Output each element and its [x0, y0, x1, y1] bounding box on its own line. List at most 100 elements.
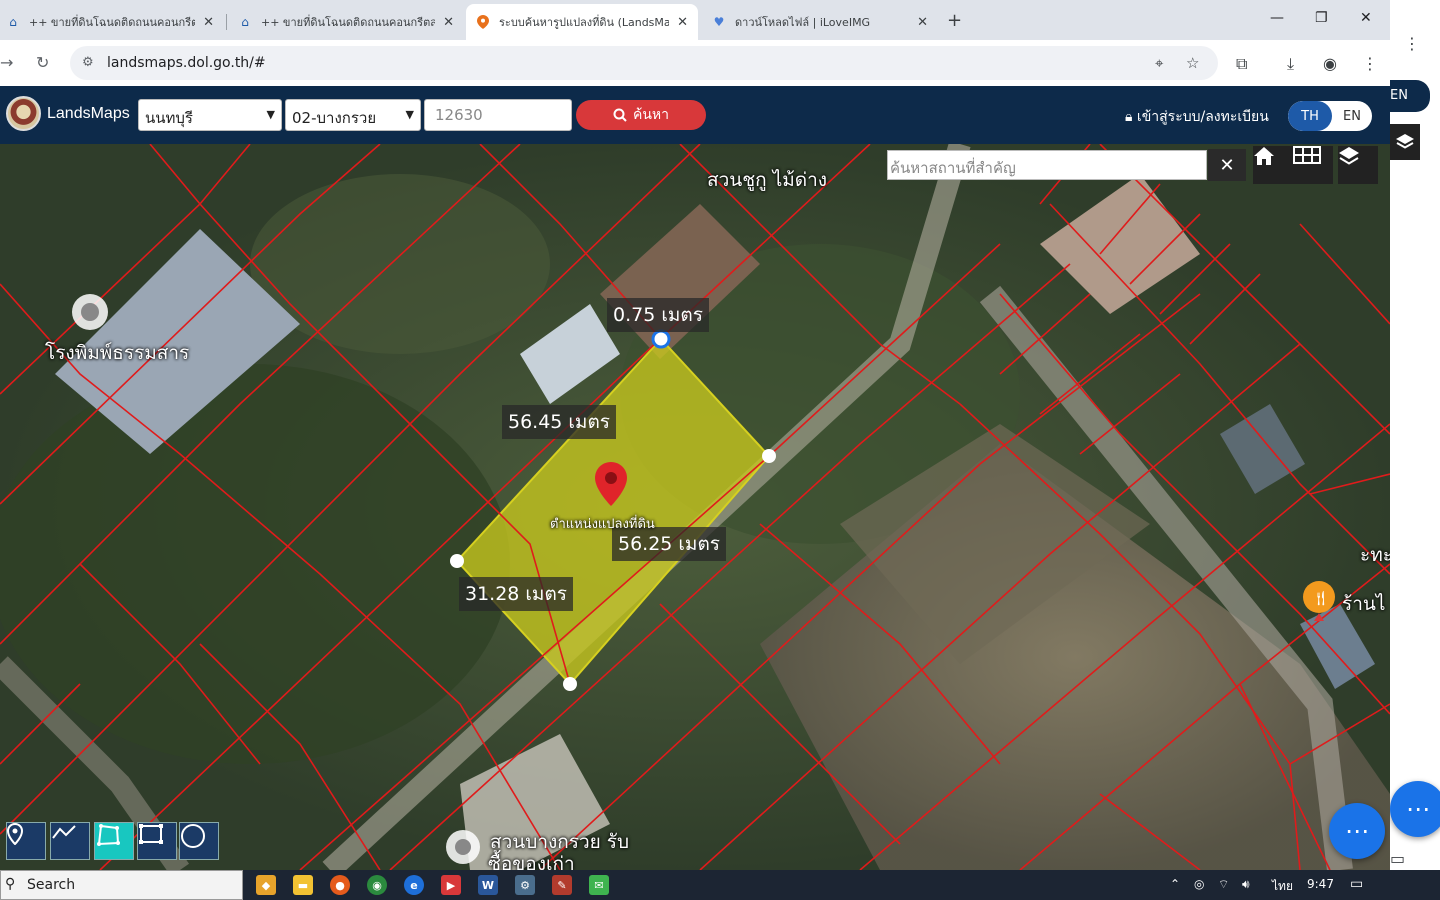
- parcel-location-label: ตำแหน่งแปลงที่ดิน: [550, 517, 655, 532]
- place-search-input[interactable]: ค้นหาสถานที่สำคัญ: [887, 150, 1207, 180]
- tool-polyline[interactable]: [50, 822, 90, 860]
- tab-title: ดาวน์โหลดไฟล์ | iLoveIMG: [735, 16, 871, 29]
- taskbar-search-label: Search: [27, 877, 76, 893]
- file-explorer-icon[interactable]: ▬: [293, 875, 313, 895]
- reload-icon[interactable]: ↻: [36, 53, 49, 72]
- chrome-icon[interactable]: ◉: [367, 875, 387, 895]
- browser-tab[interactable]: ⌂ ++ ขายที่ดินโฉนดติดถนนคอนกรีตส ✕: [0, 4, 224, 40]
- map-pin-icon: [476, 15, 490, 29]
- network-icon[interactable]: ◎: [1194, 877, 1204, 891]
- minimize-button[interactable]: —: [1270, 10, 1284, 26]
- close-icon: ✕: [1219, 154, 1235, 176]
- location-icon[interactable]: ⌖: [1155, 54, 1163, 72]
- home-icon: ⌂: [9, 15, 17, 29]
- grid-toggle-button[interactable]: [1293, 146, 1333, 184]
- url-text: landsmaps.dol.go.th/#: [107, 55, 266, 71]
- login-link[interactable]: 🔒︎ เข้าสู่ระบบ/ลงทะเบียน: [1125, 106, 1269, 128]
- tool-polygon[interactable]: [94, 822, 134, 860]
- chevron-down-icon: ▼: [266, 108, 275, 121]
- line-app-icon[interactable]: ✉: [589, 875, 609, 895]
- rectangle-icon: [139, 824, 163, 844]
- tab-title: ++ ขายที่ดินโฉนดติดถนนคอนกรีตส: [29, 16, 196, 29]
- svg-text:🍴︎: 🍴︎: [1312, 591, 1330, 607]
- browser-tab[interactable]: ⌂ ++ ขายที่ดินโฉนดติดถนนคอนกรีตส ✕: [228, 4, 464, 40]
- grid-icon: [1293, 146, 1321, 164]
- poi-label-shop[interactable]: ร้านไ: [1342, 589, 1385, 619]
- language-toggle[interactable]: TH EN: [1288, 101, 1372, 131]
- close-icon[interactable]: ✕: [203, 15, 214, 30]
- bookmark-star-icon[interactable]: ☆: [1186, 54, 1199, 72]
- taskbar-search[interactable]: ⚲ Search: [0, 870, 243, 900]
- tab-title: ระบบค้นหารูปแปลงที่ดิน (LandsMap: [499, 16, 670, 29]
- zipcode-input[interactable]: 12630: [424, 99, 572, 131]
- poi-label-printing[interactable]: โรงพิมพ์ธรรมสาร: [45, 338, 189, 368]
- layers-button[interactable]: [1338, 146, 1378, 184]
- search-button[interactable]: ค้นหา: [576, 100, 706, 130]
- browser-tab[interactable]: ♥ ดาวน์โหลดไฟล์ | iLoveIMG ✕: [702, 4, 938, 40]
- maximize-button[interactable]: ❐: [1315, 10, 1328, 26]
- clear-search-button[interactable]: ✕: [1208, 149, 1246, 181]
- volume-icon[interactable]: 🔊︎: [1242, 877, 1250, 892]
- notification-icon[interactable]: ▭: [1350, 876, 1363, 892]
- dol-logo: [6, 96, 41, 131]
- menu-icon[interactable]: ⋮: [1404, 34, 1420, 53]
- login-label: เข้าสู่ระบบ/ลงทะเบียน: [1136, 109, 1269, 125]
- tool-rectangle[interactable]: [137, 822, 177, 860]
- menu-icon[interactable]: ⋮: [1362, 54, 1378, 73]
- app-header: LandsMaps นนทบุรี ▼ 02-บางกรวย ▼ 12630 ค…: [0, 86, 1390, 144]
- browser-toolbar: → ↻ ⚙ landsmaps.dol.go.th/# ⌖ ☆ ⧉ ⤓ ◉ ⋮: [0, 40, 1390, 86]
- firefox-icon[interactable]: ●: [330, 875, 350, 895]
- word-icon[interactable]: W: [478, 875, 498, 895]
- poi-label-edge: ะทะ: [1360, 544, 1390, 566]
- home-icon: ⌂: [241, 15, 249, 29]
- download-icon[interactable]: ⤓: [1287, 54, 1294, 74]
- poi-label-garden-bottom-2[interactable]: ซื้อของเก่า: [488, 849, 575, 870]
- tool-circle[interactable]: [179, 822, 219, 860]
- district-select[interactable]: 02-บางกรวย ▼: [285, 99, 421, 131]
- measurement-top: 0.75 เมตร: [607, 298, 709, 332]
- new-tab-button[interactable]: +: [947, 10, 962, 31]
- clock[interactable]: 9:47: [1307, 877, 1334, 891]
- measurement-bottom: 31.28 เมตร: [459, 577, 573, 611]
- map-canvas[interactable]: 🍴︎ ค้นหาสถานที่สำคัญ ✕ 0.75 เมตร 56.45 เ…: [0, 144, 1390, 870]
- wifi-icon[interactable]: ⌔: [1218, 877, 1229, 892]
- lock-icon: 🔒︎: [1125, 109, 1133, 125]
- circle-icon: [181, 824, 205, 848]
- edge-icon[interactable]: e: [404, 875, 424, 895]
- home-icon: [1254, 147, 1274, 165]
- tool-marker[interactable]: [6, 822, 46, 860]
- chevron-down-icon: ▼: [405, 108, 414, 121]
- address-bar[interactable]: ⚙ landsmaps.dol.go.th/# ⌖ ☆: [70, 46, 1218, 80]
- search-icon: ⚲: [5, 876, 16, 892]
- map-pin-icon: [7, 823, 23, 845]
- close-icon[interactable]: ✕: [917, 15, 928, 30]
- app-copilot-icon[interactable]: ◆: [256, 875, 276, 895]
- heart-icon: ♥: [713, 15, 725, 29]
- browser-tab-bar: ⌂ ++ ขายที่ดินโฉนดติดถนนคอนกรีตส ✕ ⌂ ++ …: [0, 0, 1390, 40]
- app-paint-icon[interactable]: ✎: [552, 875, 572, 895]
- close-icon[interactable]: ✕: [677, 15, 688, 30]
- home-view-button[interactable]: [1253, 146, 1293, 184]
- poi-label-garden[interactable]: สวนชูกู ไม้ด่าง: [707, 165, 827, 195]
- browser-tab-active[interactable]: ระบบค้นหารูปแปลงที่ดิน (LandsMap ✕: [466, 4, 698, 40]
- side-panel: ⋮ EN ⋯ ▭: [1390, 0, 1440, 900]
- site-info-icon[interactable]: ⚙: [82, 55, 94, 70]
- more-options-button[interactable]: ⋯: [1390, 781, 1440, 837]
- close-icon[interactable]: ✕: [443, 15, 454, 30]
- lang-en-partial[interactable]: EN: [1390, 80, 1430, 112]
- app-gear-icon[interactable]: ⚙: [515, 875, 535, 895]
- input-language[interactable]: ไทย: [1272, 877, 1293, 896]
- province-value: นนทบุรี: [145, 109, 193, 127]
- extensions-icon[interactable]: ⧉: [1236, 54, 1247, 74]
- polyline-icon: [52, 825, 76, 839]
- forward-icon[interactable]: →: [0, 53, 13, 72]
- lang-th-button[interactable]: TH: [1288, 101, 1332, 131]
- province-select[interactable]: นนทบุรี ▼: [138, 99, 282, 131]
- close-window-button[interactable]: ✕: [1360, 10, 1372, 26]
- profile-icon[interactable]: ◉: [1323, 54, 1337, 73]
- chevron-up-icon[interactable]: ⌃: [1170, 877, 1180, 891]
- map-options-button[interactable]: ⋯: [1329, 803, 1385, 859]
- layers-icon[interactable]: [1390, 124, 1420, 160]
- app-red-icon[interactable]: ▶: [441, 875, 461, 895]
- lang-en-button[interactable]: EN: [1332, 101, 1372, 131]
